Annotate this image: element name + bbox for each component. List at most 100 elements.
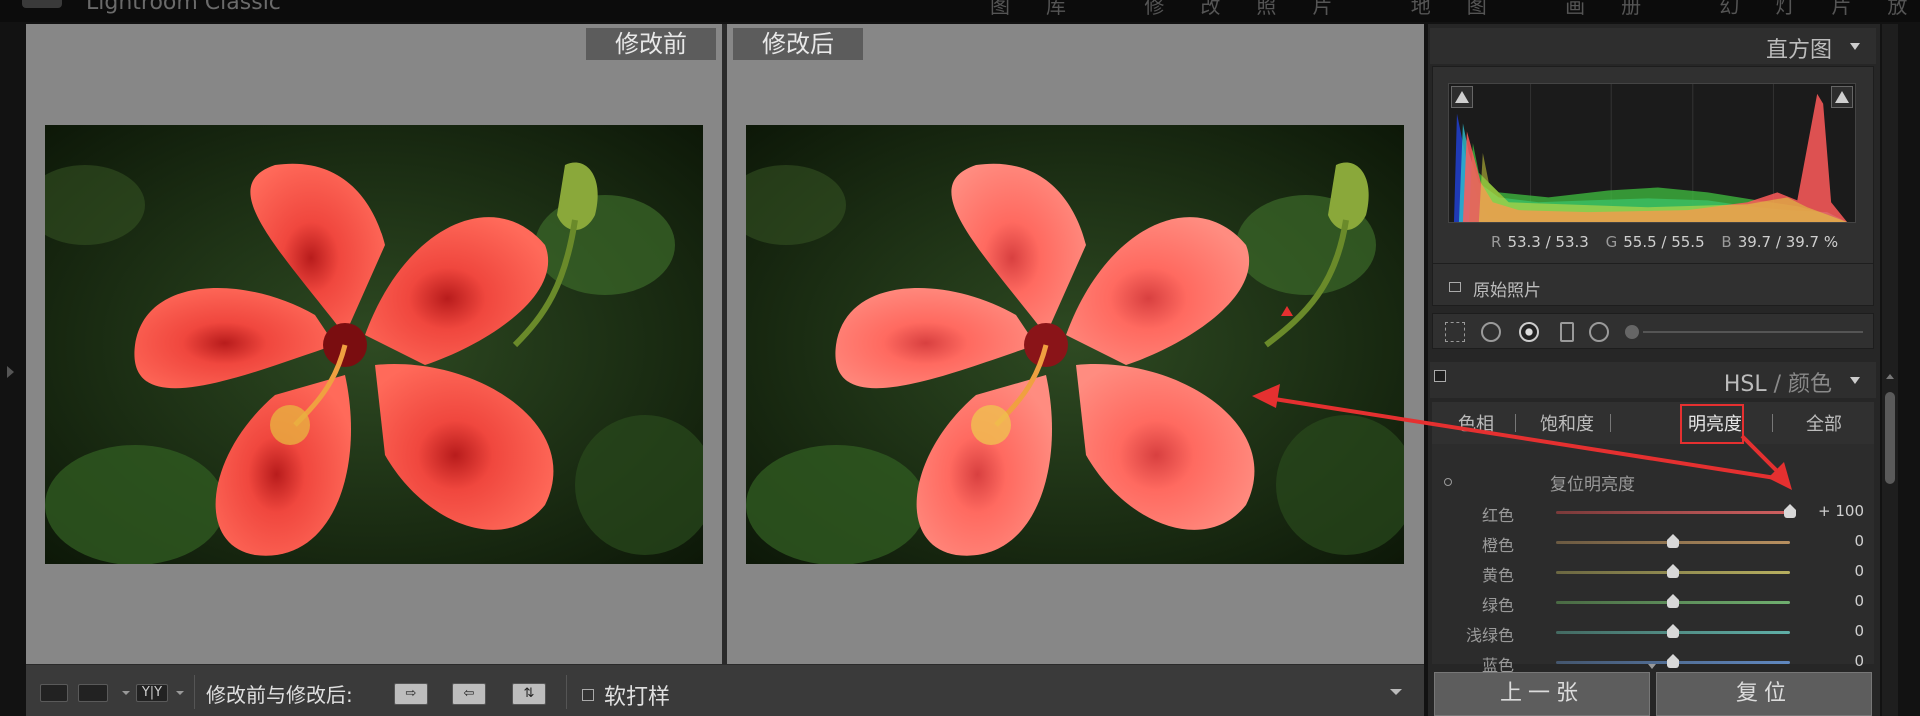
after-pane: 修改后: [727, 24, 1424, 664]
before-after-split-button[interactable]: [78, 684, 108, 702]
adjustment-brush-icon[interactable]: [1625, 325, 1639, 339]
hsl-title: HSL / 颜色: [1724, 366, 1832, 398]
slider-value[interactable]: + 100: [1818, 502, 1864, 520]
app-title: Lightroom Classic: [86, 0, 281, 15]
r-value: 53.3 / 53.3: [1507, 233, 1589, 251]
hsl-slider-row: 橙色 0: [1432, 530, 1874, 555]
top-bar: Lightroom Classic 图库 修改照片 地图 画册 幻灯片放映 打印…: [0, 0, 1920, 22]
tab-hue[interactable]: 色相: [1458, 410, 1494, 436]
rgb-readout: R 53.3 / 53.3 G 55.5 / 55.5 B 39.7 / 39.7 %: [1491, 233, 1850, 251]
before-after-yy-button[interactable]: Y|Y: [136, 684, 168, 702]
swap-before-after-button[interactable]: ⇅: [512, 683, 546, 705]
slider-thumb[interactable]: [1666, 594, 1680, 608]
tab-saturation[interactable]: 饱和度: [1540, 410, 1594, 436]
right-panel-scrollbar[interactable]: [1882, 24, 1898, 716]
app-logo: [22, 0, 62, 8]
hsl-slider-row: 绿色 0: [1432, 590, 1874, 615]
tool-strip: [1432, 313, 1874, 349]
hsl-slider-row: 浅绿色 0: [1432, 620, 1874, 645]
hsl-title-sep: /: [1766, 372, 1788, 397]
slider-value[interactable]: 0: [1854, 592, 1864, 610]
reset-luminance-label[interactable]: 复位明亮度: [1550, 470, 1635, 495]
scrollbar-thumb[interactable]: [1885, 392, 1895, 484]
histogram-title: 直方图: [1765, 38, 1832, 63]
toolbar-divider: [566, 675, 567, 709]
original-photo-label: 原始照片: [1473, 281, 1541, 301]
soft-proof-checkbox[interactable]: [582, 689, 594, 701]
toolbar-options-chevron-icon[interactable]: [1390, 689, 1402, 695]
slider-label: 红色: [1481, 506, 1514, 525]
lightroom-window: Lightroom Classic 图库 修改照片 地图 画册 幻灯片放映 打印…: [0, 0, 1920, 716]
previous-button[interactable]: 上一张: [1434, 672, 1650, 716]
collapse-triangle-icon[interactable]: [1850, 43, 1860, 50]
color-title-link[interactable]: 颜色: [1788, 372, 1832, 397]
slider-value[interactable]: 0: [1854, 622, 1864, 640]
left-panel-expand-icon[interactable]: [7, 366, 14, 378]
panel-toggle-switch[interactable]: [1434, 370, 1446, 382]
copy-before-to-after-button[interactable]: ⇨: [394, 683, 428, 705]
chevron-down-icon[interactable]: [176, 691, 184, 695]
hsl-tabs: 色相 饱和度 明亮度 全部: [1432, 402, 1874, 444]
shadow-clipping-toggle[interactable]: [1451, 86, 1473, 108]
graduated-filter-icon[interactable]: [1560, 322, 1574, 342]
slider-thumb[interactable]: [1666, 654, 1680, 668]
tab-all[interactable]: 全部: [1806, 410, 1842, 436]
reset-button[interactable]: 复位: [1656, 672, 1872, 716]
hsl-panel-header[interactable]: HSL / 颜色: [1430, 362, 1876, 398]
b-key: B: [1721, 233, 1732, 251]
red-eye-tool-icon[interactable]: [1519, 322, 1539, 342]
scroll-up-icon[interactable]: [1886, 374, 1894, 379]
g-key: G: [1605, 233, 1618, 251]
hsl-title-main[interactable]: HSL: [1724, 372, 1767, 397]
before-pane: 修改前: [26, 24, 722, 664]
before-after-compare-view: 修改前 修改后: [26, 24, 1424, 664]
hsl-slider-row: 红色 + 100: [1432, 500, 1874, 525]
histogram-graph: [1448, 83, 1856, 223]
slider-value[interactable]: 0: [1854, 562, 1864, 580]
collapse-triangle-icon[interactable]: [1850, 377, 1860, 384]
crop-tool-icon[interactable]: [1445, 322, 1465, 342]
highlight-clipping-toggle[interactable]: [1831, 86, 1853, 108]
before-label: 修改前: [586, 28, 716, 60]
soft-proof-label: 软打样: [604, 685, 671, 710]
tab-separator: [1772, 414, 1773, 432]
slider-thumb[interactable]: [1666, 534, 1680, 548]
target-adjust-icon[interactable]: [1444, 478, 1452, 486]
chevron-down-icon[interactable]: [122, 691, 130, 695]
radial-filter-icon[interactable]: [1589, 322, 1609, 342]
hsl-slider-row: 黄色 0: [1432, 560, 1874, 585]
tab-luminance[interactable]: 明亮度: [1688, 410, 1742, 436]
slider-label: 绿色: [1481, 596, 1514, 615]
after-photo[interactable]: [746, 125, 1404, 564]
before-photo[interactable]: [45, 125, 703, 564]
loupe-view-button[interactable]: [40, 684, 68, 702]
slider-label: 橙色: [1481, 536, 1514, 555]
slider-label: 黄色: [1481, 566, 1514, 585]
chevron-down-icon[interactable]: [1648, 664, 1656, 669]
toolbar-divider: [194, 675, 195, 709]
slider-thumb[interactable]: [1783, 504, 1797, 518]
histogram-panel-header[interactable]: 直方图: [1430, 28, 1876, 64]
bottom-toolbar: Y|Y 修改前与修改后: ⇨ ⇦ ⇅ 软打样: [26, 664, 1424, 716]
module-picker[interactable]: 图库 修改照片 地图 画册 幻灯片放映 打印 Web: [990, 0, 1920, 19]
slider-thumb[interactable]: [1666, 624, 1680, 638]
slider-value[interactable]: 0: [1854, 532, 1864, 550]
tool-amount-slider[interactable]: [1643, 331, 1863, 333]
hsl-slider-row: 蓝色 0: [1432, 650, 1874, 675]
spot-removal-tool-icon[interactable]: [1481, 322, 1501, 342]
slider-value[interactable]: 0: [1854, 652, 1864, 670]
slider-thumb[interactable]: [1666, 564, 1680, 578]
slider-track[interactable]: [1556, 511, 1790, 514]
copy-after-to-before-button[interactable]: ⇦: [452, 683, 486, 705]
hsl-luminance-list: 复位明亮度 红色 + 100 橙色 0 黄色 0 绿色 0 浅绿色 0 蓝色 0: [1432, 444, 1874, 675]
after-label: 修改后: [733, 28, 863, 60]
histogram-panel: R 53.3 / 53.3 G 55.5 / 55.5 B 39.7 / 39.7 %…: [1432, 66, 1874, 306]
original-photo-checkbox[interactable]: [1449, 282, 1461, 292]
histogram-divider: [1433, 263, 1873, 264]
before-after-label: 修改前与修改后:: [206, 683, 353, 707]
tab-separator: [1515, 414, 1516, 432]
slider-label: 浅绿色: [1465, 626, 1514, 645]
right-panel: 直方图 R 53.3 / 53.3 G 55.5 / 55.5 B 39.7 /…: [1428, 24, 1880, 716]
tab-separator: [1610, 414, 1611, 432]
b-value: 39.7 / 39.7 %: [1737, 233, 1839, 251]
